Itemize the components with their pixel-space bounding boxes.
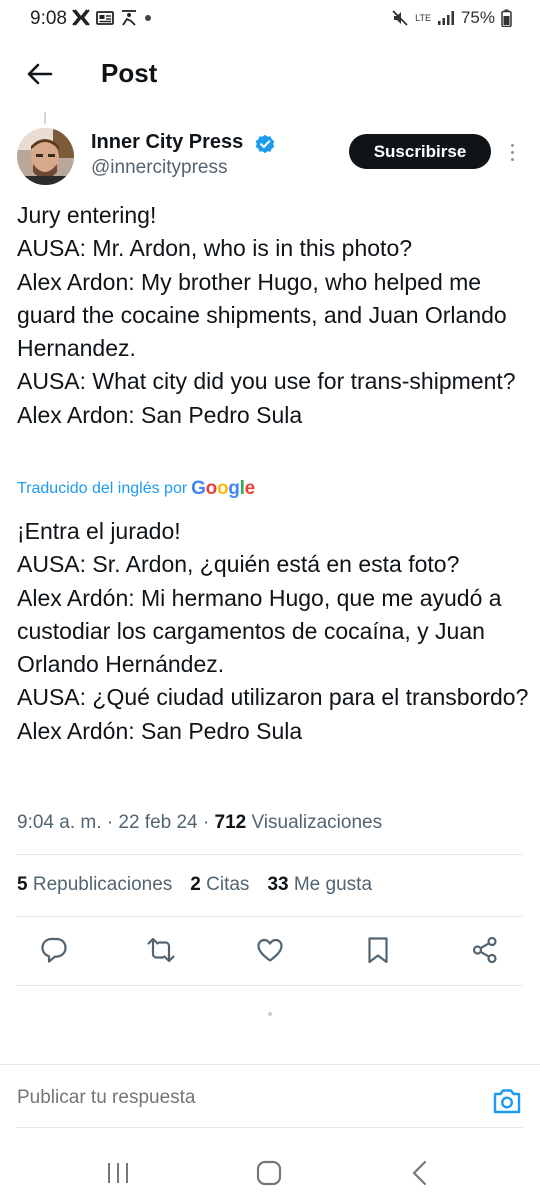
divider bbox=[17, 916, 523, 917]
status-time: 9:08 bbox=[30, 8, 67, 29]
quotes-count: 2 bbox=[190, 874, 201, 895]
views-label: Visualizaciones bbox=[246, 812, 383, 833]
author-name[interactable]: Inner City Press bbox=[91, 131, 243, 154]
recent-apps-icon[interactable] bbox=[104, 1160, 132, 1186]
reply-input[interactable] bbox=[17, 1087, 477, 1109]
more-options-icon[interactable] bbox=[503, 138, 521, 166]
google-logo: Google bbox=[191, 478, 255, 499]
subscribe-button[interactable]: Suscribirse bbox=[349, 134, 491, 169]
mute-icon bbox=[392, 10, 408, 26]
dot-icon bbox=[145, 14, 151, 21]
share-icon[interactable] bbox=[470, 935, 500, 965]
page-title: Post bbox=[101, 58, 158, 88]
thread-connector-line bbox=[44, 112, 46, 124]
network-type: LTE bbox=[415, 12, 431, 23]
status-notification-icons bbox=[72, 9, 152, 26]
post-meta: 9:04 a. m. · 22 feb 24 · 712 Visualizaci… bbox=[17, 812, 382, 834]
loading-indicator bbox=[268, 1012, 272, 1016]
camera-icon[interactable] bbox=[492, 1087, 522, 1115]
views-count: 712 bbox=[214, 812, 247, 833]
repost-icon[interactable] bbox=[146, 935, 176, 965]
quotes-stat[interactable]: 2 Citas bbox=[190, 874, 249, 896]
likes-stat[interactable]: 33 Me gusta bbox=[267, 874, 372, 896]
bookmark-icon[interactable] bbox=[363, 935, 393, 965]
translation-attribution[interactable]: Traducido del inglés por Google bbox=[17, 478, 255, 500]
divider bbox=[17, 854, 523, 855]
back-button[interactable] bbox=[24, 58, 56, 90]
top-app-bar: Post bbox=[0, 42, 540, 108]
news-icon bbox=[96, 10, 114, 25]
engagement-stats: 5 Republicaciones 2 Citas 33 Me gusta bbox=[17, 874, 372, 896]
divider bbox=[17, 985, 523, 986]
reply-underline bbox=[17, 1127, 523, 1128]
reposts-stat[interactable]: 5 Republicaciones bbox=[17, 874, 172, 896]
translated-text: ¡Entra el jurado! AUSA: Sr. Ardon, ¿quié… bbox=[17, 518, 529, 744]
avatar[interactable] bbox=[17, 128, 74, 185]
battery-icon bbox=[501, 9, 512, 27]
arrow-left-icon bbox=[27, 63, 53, 85]
signal-icon bbox=[437, 11, 454, 25]
x-logo-icon bbox=[72, 9, 90, 26]
home-icon[interactable] bbox=[255, 1160, 283, 1186]
system-navigation-bar bbox=[0, 1144, 540, 1204]
person-running-icon bbox=[122, 10, 136, 26]
reposts-count: 5 bbox=[17, 874, 28, 895]
battery-percent: 75% bbox=[460, 8, 495, 27]
likes-label: Me gusta bbox=[293, 874, 373, 895]
like-icon[interactable] bbox=[255, 935, 285, 965]
translation-attribution-label: Traducido del inglés por bbox=[17, 480, 188, 497]
reposts-label: Republicaciones bbox=[32, 874, 173, 895]
verified-badge-icon bbox=[255, 134, 275, 154]
status-bar: 9:08 LTE 75% bbox=[0, 0, 540, 38]
post-text: Jury entering! AUSA: Mr. Ardon, who is i… bbox=[17, 202, 516, 428]
quotes-label: Citas bbox=[206, 874, 250, 895]
author-handle[interactable]: @innercitypress bbox=[91, 157, 228, 179]
reply-icon[interactable] bbox=[39, 935, 69, 965]
status-system-icons: LTE 75% bbox=[391, 8, 512, 28]
action-bar bbox=[0, 935, 540, 969]
post-timestamp[interactable]: 9:04 a. m. · 22 feb 24 · bbox=[17, 812, 215, 833]
likes-count: 33 bbox=[267, 874, 289, 895]
back-nav-icon[interactable] bbox=[406, 1160, 434, 1186]
